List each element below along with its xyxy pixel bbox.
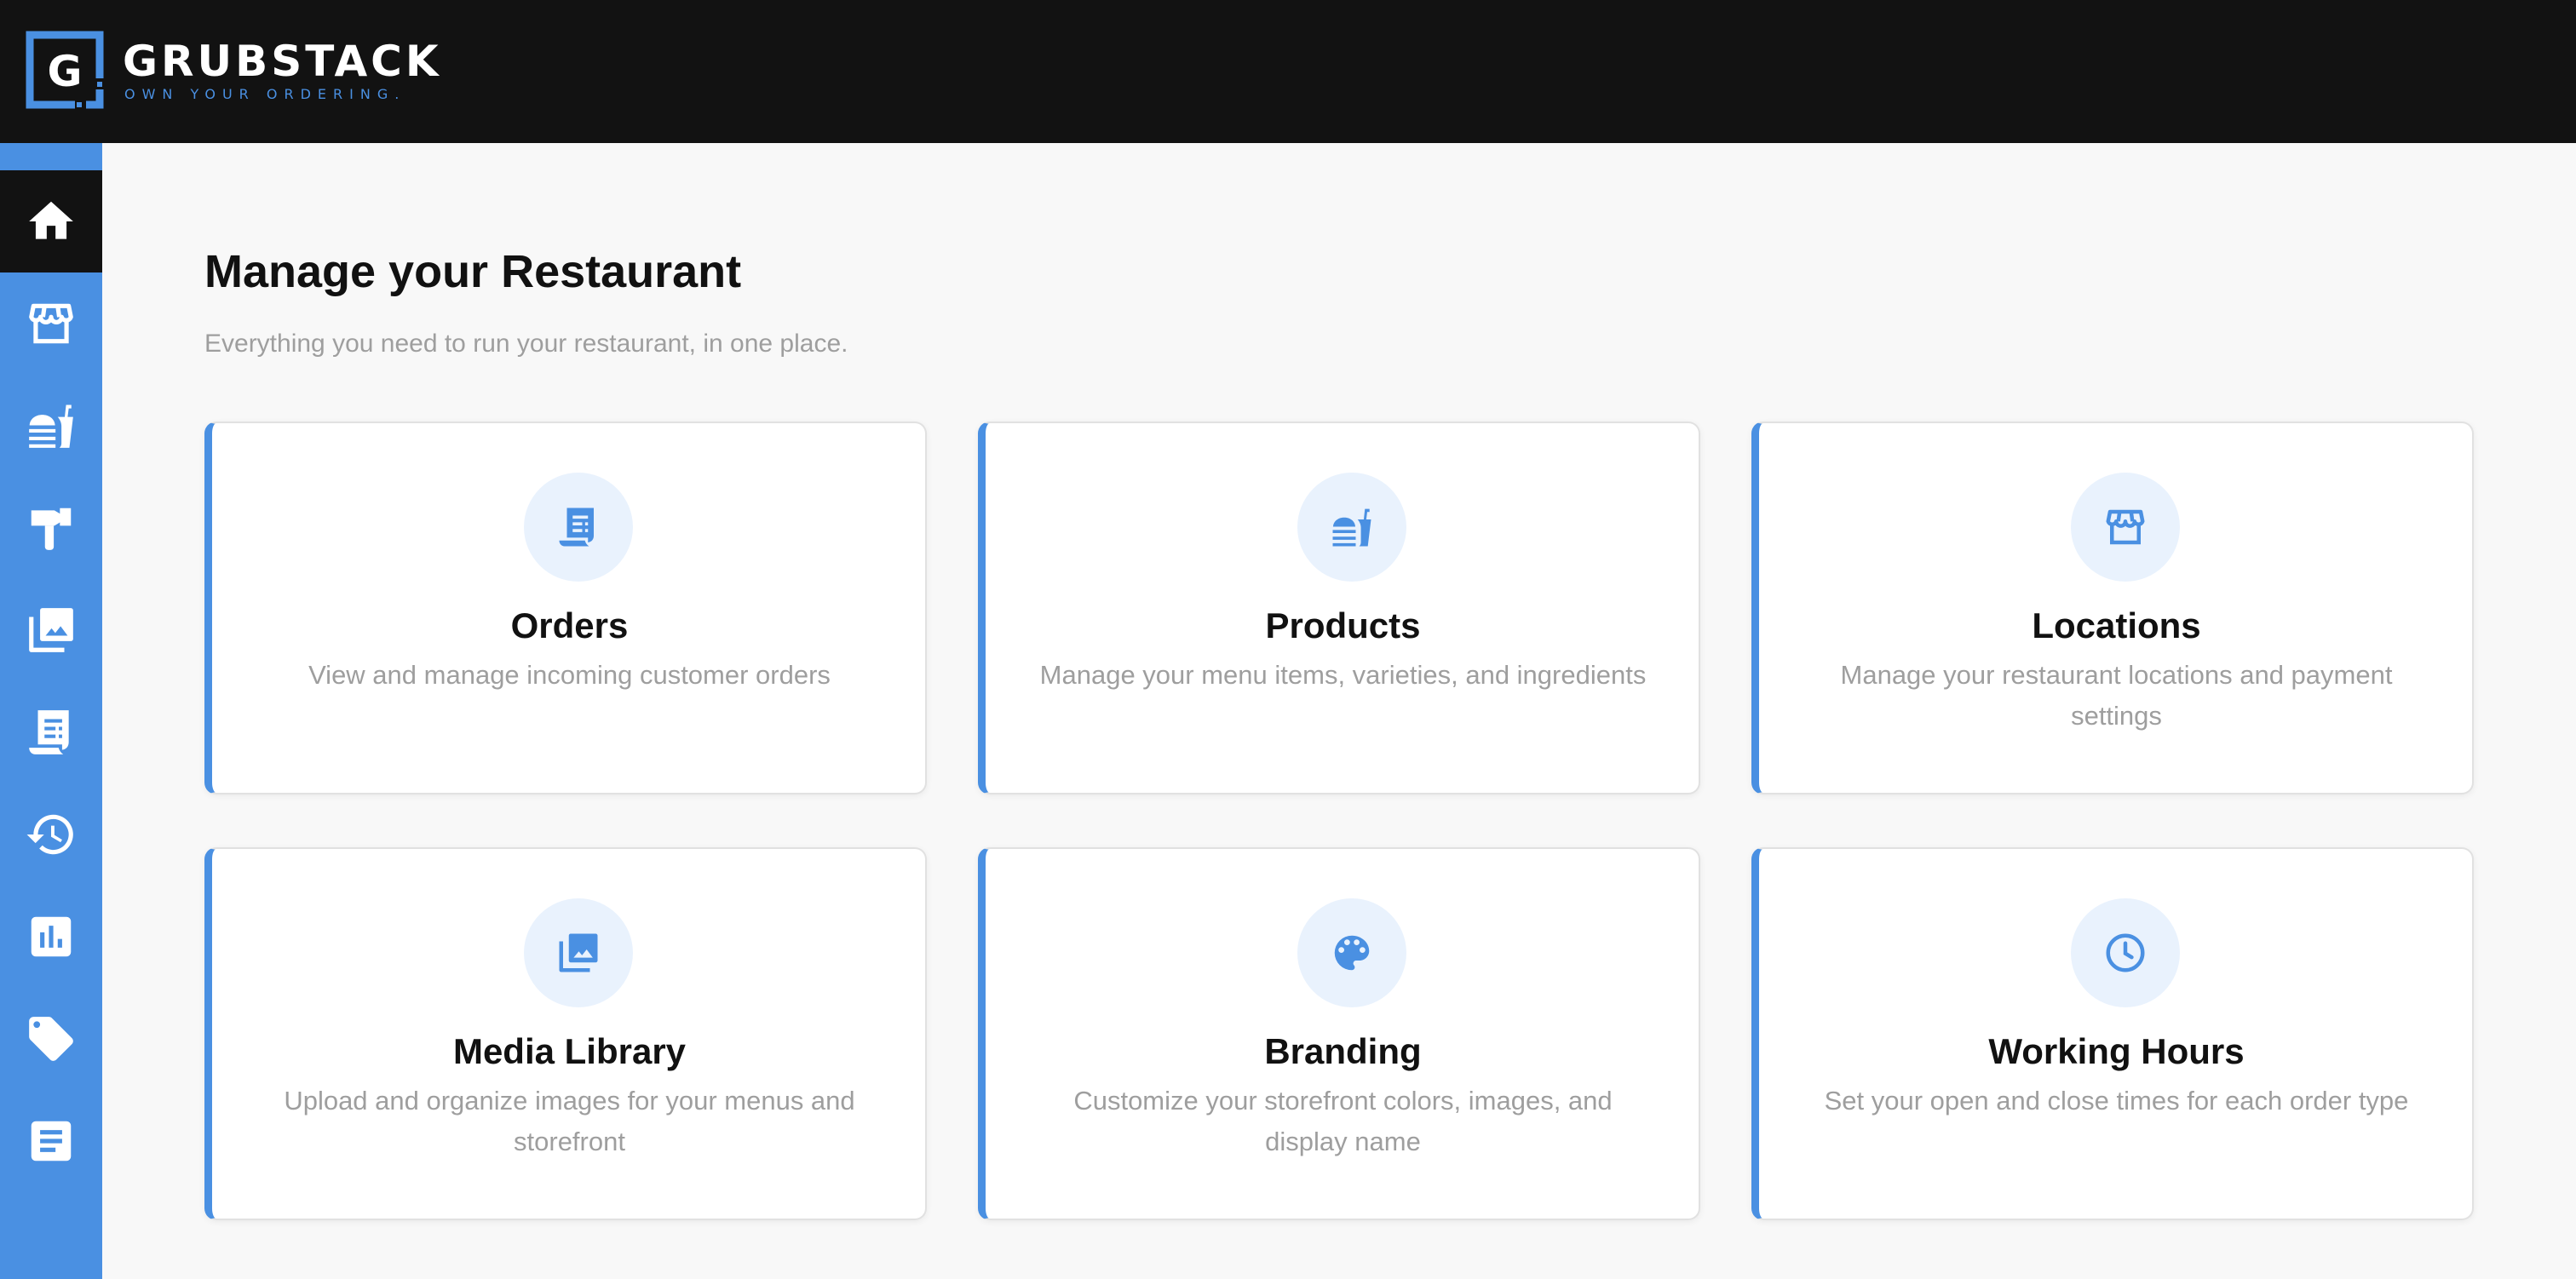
card-description: Upload and organize images for your menu… [284,1086,855,1156]
card-icon-circle [2071,898,2180,1007]
card-title: Media Library [452,1031,687,1071]
receipt-icon [25,706,78,759]
sidebar [0,143,102,1279]
card-icon-circle [524,898,633,1007]
card-title: Orders [510,605,629,645]
palette-icon [1329,930,1375,976]
card-title: Working Hours [1988,1031,2245,1071]
storefront-icon [2102,504,2148,550]
history-icon [25,808,78,861]
logo-letter: G [47,47,82,96]
card-description: Manage your menu items, varieties, and i… [1039,660,1647,690]
tag-icon [25,1012,78,1065]
brand-tagline: OWN YOUR ORDERING. [124,86,406,102]
page-title: Manage your Restaurant [204,246,742,297]
locations-card[interactable]: Locations Manage your restaurant locatio… [1751,422,2474,794]
grubstack-logo[interactable]: G [24,29,106,111]
home-icon [25,195,78,248]
card-description: Set your open and close times for each o… [1824,1086,2409,1116]
card-icon-circle [1297,898,1406,1007]
page-subtitle: Everything you need to run your restaura… [204,330,848,358]
orders-card[interactable]: Orders View and manage incoming customer… [204,422,927,794]
card-description: Customize your storefront colors, images… [1073,1086,1613,1156]
sidebar-item-tools[interactable] [0,477,102,579]
sidebar-item-products[interactable] [0,375,102,477]
hammer-icon [25,502,78,554]
bar-chart-icon [25,910,78,963]
brand-name: GRUBSTACK [123,37,442,86]
media-library-card[interactable]: Media Library Upload and organize images… [204,847,927,1220]
card-title: Locations [2032,605,2201,645]
article-icon [25,1115,78,1167]
card-icon-circle [2071,473,2180,582]
sidebar-item-media-library[interactable] [0,579,102,681]
sidebar-item-history[interactable] [0,783,102,886]
card-title: Products [1265,605,1421,645]
top-bar: G GRUBSTACK OWN YOUR ORDERING. [0,0,2576,143]
sidebar-item-articles[interactable] [0,1090,102,1192]
sidebar-item-home[interactable] [0,170,102,272]
food-drink-icon [25,399,78,452]
card-description: View and manage incoming customer orders [308,660,831,690]
card-icon-circle [1297,473,1406,582]
storefront-icon [25,297,78,350]
food-drink-icon [1329,504,1375,550]
clock-icon [2102,930,2148,976]
card-description: Manage your restaurant locations and pay… [1840,660,2393,731]
sidebar-item-reports[interactable] [0,886,102,988]
photo-library-icon [555,930,601,976]
sidebar-item-tags[interactable] [0,988,102,1090]
products-card[interactable]: Products Manage your menu items, varieti… [978,422,1700,794]
sidebar-item-locations[interactable] [0,272,102,375]
card-title: Branding [1264,1031,1422,1071]
sidebar-item-orders[interactable] [0,681,102,783]
card-icon-circle [524,473,633,582]
receipt-icon [555,504,601,550]
branding-card[interactable]: Branding Customize your storefront color… [978,847,1700,1220]
working-hours-card[interactable]: Working Hours Set your open and close ti… [1751,847,2474,1220]
photo-library-icon [25,604,78,657]
